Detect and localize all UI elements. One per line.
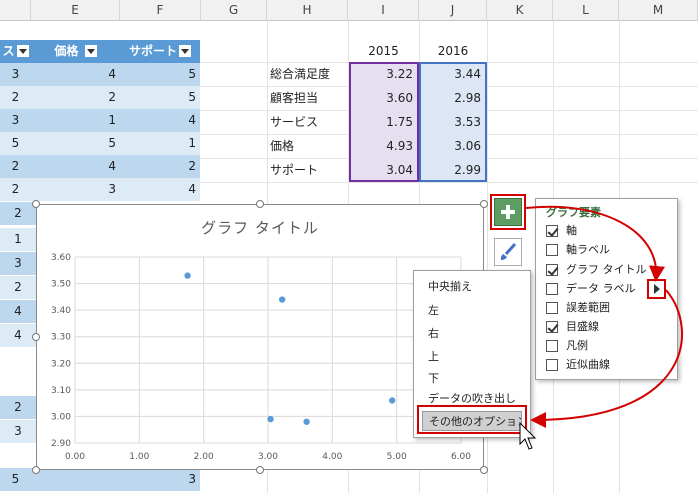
- annotation-arrows: [525, 205, 683, 428]
- annotation-arrow: [525, 205, 665, 282]
- annotation-arrow: [530, 289, 683, 428]
